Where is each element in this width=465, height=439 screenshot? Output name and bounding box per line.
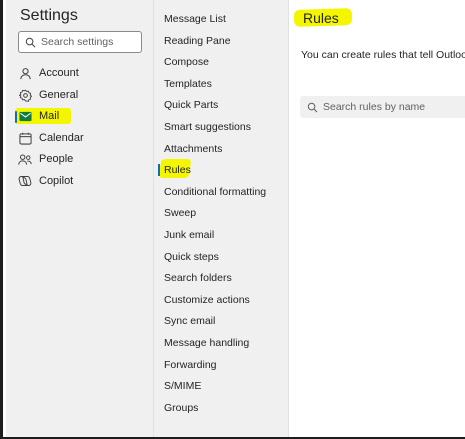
search-settings-input[interactable]	[41, 36, 137, 48]
calendar-icon	[18, 131, 32, 145]
settings-categories-pane: Settings Account General	[6, 0, 154, 437]
search-icon	[25, 37, 36, 47]
section-sync-email[interactable]: Sync email	[164, 315, 215, 327]
section-customize-actions[interactable]: Customize actions	[164, 294, 250, 306]
category-label: Calendar	[39, 132, 84, 144]
section-message-handling[interactable]: Message handling	[164, 337, 249, 349]
page-title: Rules	[303, 10, 339, 26]
search-settings-box[interactable]	[18, 31, 142, 53]
mail-sections-pane: Message List Reading Pane Compose Templa…	[154, 0, 289, 437]
window-frame: Settings Account General	[0, 0, 465, 439]
category-label: People	[39, 153, 74, 165]
category-copilot[interactable]: Copilot	[18, 171, 148, 191]
category-account[interactable]: Account	[18, 63, 148, 83]
section-forwarding[interactable]: Forwarding	[164, 359, 217, 371]
category-general[interactable]: General	[18, 85, 148, 105]
category-calendar[interactable]: Calendar	[18, 128, 148, 148]
category-label: General	[39, 89, 79, 101]
section-quick-steps[interactable]: Quick steps	[164, 251, 219, 263]
category-people[interactable]: People	[18, 149, 148, 169]
section-sweep[interactable]: Sweep	[164, 207, 196, 219]
category-label: Copilot	[39, 175, 74, 187]
section-rules[interactable]: Rules	[164, 164, 191, 176]
rules-description: You can create rules that tell Outlook h…	[301, 49, 465, 61]
category-label: Mail	[39, 110, 60, 122]
selection-indicator	[15, 111, 17, 123]
section-groups[interactable]: Groups	[164, 402, 198, 414]
settings-title: Settings	[20, 7, 78, 24]
search-icon	[307, 102, 318, 112]
section-templates[interactable]: Templates	[164, 78, 212, 90]
category-label: Account	[39, 67, 79, 79]
rules-content-pane: Rules You can create rules that tell Out…	[289, 0, 465, 437]
section-conditional-formatting[interactable]: Conditional formatting	[164, 186, 266, 198]
person-icon	[18, 66, 32, 80]
search-rules-input[interactable]	[323, 101, 463, 113]
section-smime[interactable]: S/MIME	[164, 380, 201, 392]
section-quick-parts[interactable]: Quick Parts	[164, 99, 218, 111]
gear-icon	[18, 88, 32, 102]
section-message-list[interactable]: Message List	[164, 13, 226, 25]
section-compose[interactable]: Compose	[164, 56, 209, 68]
copilot-icon	[18, 174, 32, 188]
section-search-folders[interactable]: Search folders	[164, 272, 232, 284]
category-mail[interactable]: Mail	[18, 106, 148, 126]
section-smart-suggestions[interactable]: Smart suggestions	[164, 121, 251, 133]
mail-icon	[18, 109, 32, 123]
section-attachments[interactable]: Attachments	[164, 143, 222, 155]
search-rules-box[interactable]	[300, 96, 465, 118]
section-reading-pane[interactable]: Reading Pane	[164, 35, 231, 47]
rules-selection-indicator	[158, 164, 160, 176]
people-icon	[18, 152, 32, 166]
section-junk-email[interactable]: Junk email	[164, 229, 214, 241]
